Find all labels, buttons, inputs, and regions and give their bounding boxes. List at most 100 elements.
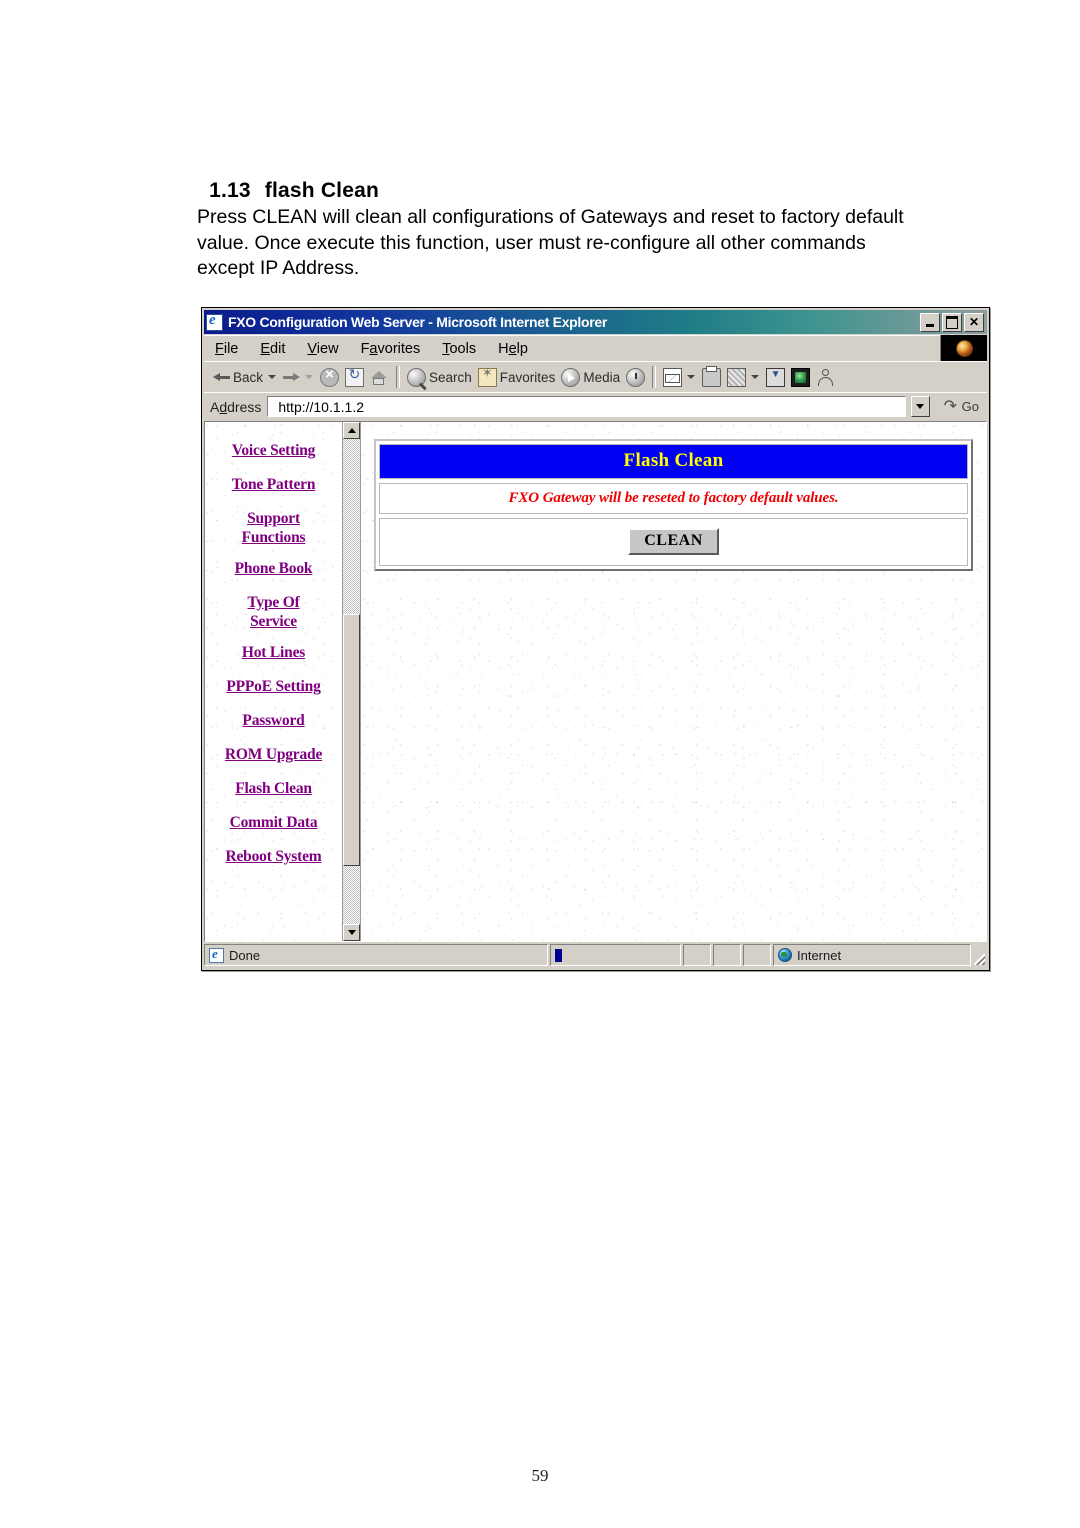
sidebar-item-support-functions[interactable]: Support Functions [205, 509, 342, 547]
security-zone-text: Internet [797, 947, 842, 963]
menu-item-view[interactable]: View [296, 341, 349, 357]
clean-button[interactable]: CLEAN [628, 528, 719, 555]
mail-button[interactable] [660, 364, 685, 390]
sidebar-item-type-of-service[interactable]: Type Of Service [205, 593, 342, 631]
maximize-button[interactable] [942, 312, 962, 332]
sidebar-item-label-line2: Functions [241, 529, 306, 546]
address-dropdown-chevron-down-icon[interactable] [910, 396, 930, 417]
sidebar-item-phone-book[interactable]: Phone Book [205, 559, 342, 578]
close-icon: ✕ [968, 315, 980, 329]
stop-button[interactable] [317, 364, 342, 390]
section-paragraph: Press CLEAN will clean all configuration… [197, 206, 904, 279]
browser-window: FXO Configuration Web Server - Microsoft… [201, 307, 990, 971]
forward-history-chevron-down-icon[interactable] [305, 375, 314, 379]
close-button[interactable]: ✕ [964, 312, 984, 332]
history-button[interactable] [623, 364, 648, 390]
panel-title: Flash Clean [380, 445, 967, 478]
print-button[interactable] [699, 364, 724, 390]
messenger-icon [791, 367, 811, 387]
messenger-button[interactable] [788, 364, 813, 390]
scrollbar-track[interactable] [343, 439, 360, 924]
forward-arrow-icon [283, 371, 301, 384]
ie-document-icon [206, 312, 223, 331]
toolbar-separator [396, 366, 401, 388]
contacts-button[interactable] [813, 364, 838, 390]
ie-brand-logo [940, 335, 987, 361]
forward-button[interactable] [280, 364, 303, 390]
sidebar-item-reboot-system[interactable]: Reboot System [205, 847, 342, 866]
sidebar-item-commit-data[interactable]: Commit Data [205, 813, 342, 832]
contacts-person-icon [816, 368, 835, 387]
minimize-button[interactable] [920, 312, 940, 332]
media-icon [561, 367, 581, 387]
go-button-label: Go [961, 399, 979, 414]
edit-button[interactable] [724, 364, 749, 390]
sidebar-item-label-line1: Support [247, 510, 300, 527]
go-button[interactable]: ↷ Go [936, 399, 983, 415]
toolbar-separator-2 [652, 366, 657, 388]
home-button[interactable] [367, 364, 392, 390]
sidebar-item-tone-pattern[interactable]: Tone Pattern [205, 475, 342, 494]
back-button-label: Back [233, 369, 264, 385]
back-arrow-icon [213, 371, 230, 384]
browser-client-area: Voice Setting Tone Pattern Support Funct… [204, 421, 987, 942]
page-title: 1.13 flash Clean [197, 155, 379, 203]
scroll-up-button[interactable] [343, 422, 360, 439]
back-history-chevron-down-icon[interactable] [268, 375, 277, 379]
section-number: 1.13 [209, 179, 251, 202]
internet-zone-globe-icon [778, 948, 792, 962]
title-bar: FXO Configuration Web Server - Microsoft… [204, 310, 987, 334]
ie-status-icon [209, 946, 224, 963]
progress-panel [550, 944, 681, 966]
print-icon [702, 365, 722, 387]
page-number: 59 [531, 1466, 549, 1485]
panel-action-area: CLEAN [380, 519, 967, 565]
address-input[interactable]: http://10.1.1.2 [267, 396, 906, 417]
status-slot-2 [713, 944, 741, 966]
refresh-icon [345, 366, 365, 387]
panel-action-row: CLEAN [379, 518, 968, 566]
history-icon [626, 367, 646, 387]
favorites-button[interactable]: Favorites [475, 364, 559, 390]
media-button[interactable]: Media [558, 364, 623, 390]
nav-frame-scrollbar[interactable] [342, 422, 360, 941]
section-title: flash Clean [264, 179, 379, 202]
discuss-icon [766, 367, 786, 387]
edit-chevron-down-icon[interactable] [751, 375, 760, 379]
scroll-down-button[interactable] [343, 924, 360, 941]
favorites-button-label: Favorites [499, 369, 556, 385]
sidebar-item-password[interactable]: Password [205, 711, 342, 730]
edit-page-icon [727, 367, 747, 387]
panel-warning-text: FXO Gateway will be reseted to factory d… [508, 490, 839, 506]
menu-item-file[interactable]: File [204, 341, 249, 357]
security-zone-panel[interactable]: Internet [773, 944, 971, 966]
content-frame: Flash Clean FXO Gateway will be reseted … [361, 422, 986, 941]
address-label: Address [210, 398, 262, 415]
back-button[interactable]: Back [210, 364, 266, 390]
discuss-button[interactable] [763, 364, 788, 390]
address-bar: Address http://10.1.1.2 ↷ Go [204, 392, 987, 420]
sidebar-item-pppoe-setting[interactable]: PPPoE Setting [205, 677, 342, 696]
nav-frame: Voice Setting Tone Pattern Support Funct… [205, 422, 361, 941]
menu-item-tools[interactable]: Tools [431, 341, 487, 357]
search-button[interactable]: Search [404, 364, 475, 390]
scrollbar-thumb[interactable] [343, 613, 360, 866]
panel-title-row: Flash Clean [379, 444, 968, 479]
search-icon [407, 367, 427, 387]
refresh-button[interactable] [342, 364, 367, 390]
sidebar-item-rom-upgrade[interactable]: ROM Upgrade [205, 745, 342, 764]
status-text-panel: Done [204, 944, 548, 966]
resize-grip[interactable] [973, 944, 987, 966]
sidebar-item-voice-setting[interactable]: Voice Setting [205, 441, 342, 460]
stop-icon [320, 366, 340, 387]
menu-bar: File Edit View Favorites Tools Help [204, 335, 987, 361]
menu-item-help[interactable]: Help [487, 341, 539, 357]
mail-chevron-down-icon[interactable] [687, 375, 696, 379]
menu-item-favorites[interactable]: Favorites [350, 341, 432, 357]
status-bar: Done Internet [204, 944, 987, 966]
nav-links: Voice Setting Tone Pattern Support Funct… [205, 422, 342, 941]
menu-item-edit[interactable]: Edit [249, 341, 296, 357]
navigation-toolbar: Back Search Favorites Media [204, 361, 987, 392]
sidebar-item-hot-lines[interactable]: Hot Lines [205, 643, 342, 662]
sidebar-item-flash-clean[interactable]: Flash Clean [205, 779, 342, 798]
